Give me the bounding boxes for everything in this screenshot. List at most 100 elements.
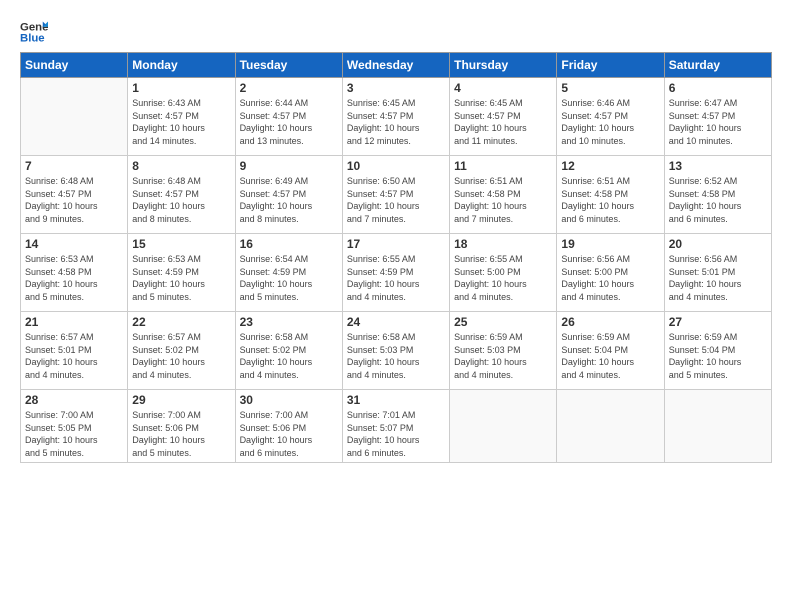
day-info: Sunrise: 6:55 AM Sunset: 5:00 PM Dayligh… (454, 253, 552, 303)
day-cell: 24 Sunrise: 6:58 AM Sunset: 5:03 PM Dayli… (342, 312, 449, 390)
day-number: 14 (25, 237, 123, 251)
day-cell: 1Sunrise: 6:43 AM Sunset: 4:57 PM Daylig… (128, 78, 235, 156)
day-number: 8 (132, 159, 230, 173)
day-cell: 17 Sunrise: 6:55 AM Sunset: 4:59 PM Dayli… (342, 234, 449, 312)
day-info: Sunrise: 6:58 AM Sunset: 5:03 PM Dayligh… (347, 331, 445, 381)
day-number: 3 (347, 81, 445, 95)
week-row-3: 14 Sunrise: 6:53 AM Sunset: 4:58 PM Dayli… (21, 234, 772, 312)
day-cell (21, 78, 128, 156)
day-info: Sunrise: 6:50 AM Sunset: 4:57 PM Dayligh… (347, 175, 445, 225)
day-number: 20 (669, 237, 767, 251)
calendar-header-row: SundayMondayTuesdayWednesdayThursdayFrid… (21, 53, 772, 78)
day-number: 9 (240, 159, 338, 173)
day-number: 1 (132, 81, 230, 95)
day-info: Sunrise: 6:56 AM Sunset: 5:01 PM Dayligh… (669, 253, 767, 303)
day-cell: 19 Sunrise: 6:56 AM Sunset: 5:00 PM Dayli… (557, 234, 664, 312)
day-number: 17 (347, 237, 445, 251)
week-row-2: 7 Sunrise: 6:48 AM Sunset: 4:57 PM Daylig… (21, 156, 772, 234)
day-number: 10 (347, 159, 445, 173)
day-info: Sunrise: 6:46 AM Sunset: 4:57 PM Dayligh… (561, 97, 659, 147)
day-info: Sunrise: 6:45 AM Sunset: 4:57 PM Dayligh… (347, 97, 445, 147)
day-cell (557, 390, 664, 463)
day-info: Sunrise: 6:58 AM Sunset: 5:02 PM Dayligh… (240, 331, 338, 381)
day-info: Sunrise: 6:51 AM Sunset: 4:58 PM Dayligh… (561, 175, 659, 225)
page: General Blue SundayMondayTuesdayWednesda… (0, 0, 792, 612)
calendar-body: 1Sunrise: 6:43 AM Sunset: 4:57 PM Daylig… (21, 78, 772, 463)
day-number: 23 (240, 315, 338, 329)
day-cell (450, 390, 557, 463)
day-info: Sunrise: 6:59 AM Sunset: 5:04 PM Dayligh… (669, 331, 767, 381)
day-cell: 13Sunrise: 6:52 AM Sunset: 4:58 PM Dayli… (664, 156, 771, 234)
col-header-sunday: Sunday (21, 53, 128, 78)
day-cell: 31 Sunrise: 7:01 AM Sunset: 5:07 PM Dayli… (342, 390, 449, 463)
day-info: Sunrise: 7:00 AM Sunset: 5:06 PM Dayligh… (240, 409, 338, 459)
col-header-thursday: Thursday (450, 53, 557, 78)
day-info: Sunrise: 6:53 AM Sunset: 4:59 PM Dayligh… (132, 253, 230, 303)
day-cell: 5 Sunrise: 6:46 AM Sunset: 4:57 PM Daylig… (557, 78, 664, 156)
day-cell: 25 Sunrise: 6:59 AM Sunset: 5:03 PM Dayli… (450, 312, 557, 390)
day-cell (664, 390, 771, 463)
day-number: 30 (240, 393, 338, 407)
day-info: Sunrise: 6:48 AM Sunset: 4:57 PM Dayligh… (25, 175, 123, 225)
day-number: 27 (669, 315, 767, 329)
day-cell: 3 Sunrise: 6:45 AM Sunset: 4:57 PM Daylig… (342, 78, 449, 156)
day-number: 11 (454, 159, 552, 173)
day-cell: 12Sunrise: 6:51 AM Sunset: 4:58 PM Dayli… (557, 156, 664, 234)
day-number: 13 (669, 159, 767, 173)
day-number: 26 (561, 315, 659, 329)
day-number: 21 (25, 315, 123, 329)
day-cell: 15 Sunrise: 6:53 AM Sunset: 4:59 PM Dayli… (128, 234, 235, 312)
day-cell: 2 Sunrise: 6:44 AM Sunset: 4:57 PM Daylig… (235, 78, 342, 156)
week-row-1: 1Sunrise: 6:43 AM Sunset: 4:57 PM Daylig… (21, 78, 772, 156)
day-cell: 8 Sunrise: 6:48 AM Sunset: 4:57 PM Daylig… (128, 156, 235, 234)
day-info: Sunrise: 6:48 AM Sunset: 4:57 PM Dayligh… (132, 175, 230, 225)
day-number: 4 (454, 81, 552, 95)
day-info: Sunrise: 6:51 AM Sunset: 4:58 PM Dayligh… (454, 175, 552, 225)
day-number: 22 (132, 315, 230, 329)
week-row-5: 28 Sunrise: 7:00 AM Sunset: 5:05 PM Dayli… (21, 390, 772, 463)
day-number: 28 (25, 393, 123, 407)
day-info: Sunrise: 6:53 AM Sunset: 4:58 PM Dayligh… (25, 253, 123, 303)
day-info: Sunrise: 6:55 AM Sunset: 4:59 PM Dayligh… (347, 253, 445, 303)
col-header-saturday: Saturday (664, 53, 771, 78)
day-info: Sunrise: 6:44 AM Sunset: 4:57 PM Dayligh… (240, 97, 338, 147)
day-number: 5 (561, 81, 659, 95)
day-cell: 9Sunrise: 6:49 AM Sunset: 4:57 PM Daylig… (235, 156, 342, 234)
day-info: Sunrise: 6:56 AM Sunset: 5:00 PM Dayligh… (561, 253, 659, 303)
day-number: 7 (25, 159, 123, 173)
day-cell: 26Sunrise: 6:59 AM Sunset: 5:04 PM Dayli… (557, 312, 664, 390)
day-number: 2 (240, 81, 338, 95)
day-info: Sunrise: 7:00 AM Sunset: 5:05 PM Dayligh… (25, 409, 123, 459)
day-cell: 21 Sunrise: 6:57 AM Sunset: 5:01 PM Dayli… (21, 312, 128, 390)
day-cell: 4 Sunrise: 6:45 AM Sunset: 4:57 PM Daylig… (450, 78, 557, 156)
col-header-wednesday: Wednesday (342, 53, 449, 78)
day-cell: 6 Sunrise: 6:47 AM Sunset: 4:57 PM Daylig… (664, 78, 771, 156)
day-number: 24 (347, 315, 445, 329)
day-number: 25 (454, 315, 552, 329)
day-info: Sunrise: 7:01 AM Sunset: 5:07 PM Dayligh… (347, 409, 445, 459)
header: General Blue (20, 18, 772, 46)
calendar-table: SundayMondayTuesdayWednesdayThursdayFrid… (20, 52, 772, 463)
day-info: Sunrise: 6:47 AM Sunset: 4:57 PM Dayligh… (669, 97, 767, 147)
day-number: 29 (132, 393, 230, 407)
day-info: Sunrise: 6:45 AM Sunset: 4:57 PM Dayligh… (454, 97, 552, 147)
day-cell: 14 Sunrise: 6:53 AM Sunset: 4:58 PM Dayli… (21, 234, 128, 312)
day-info: Sunrise: 6:54 AM Sunset: 4:59 PM Dayligh… (240, 253, 338, 303)
day-number: 6 (669, 81, 767, 95)
day-info: Sunrise: 6:57 AM Sunset: 5:01 PM Dayligh… (25, 331, 123, 381)
day-cell: 7 Sunrise: 6:48 AM Sunset: 4:57 PM Daylig… (21, 156, 128, 234)
day-number: 19 (561, 237, 659, 251)
day-number: 15 (132, 237, 230, 251)
day-cell: 20 Sunrise: 6:56 AM Sunset: 5:01 PM Dayli… (664, 234, 771, 312)
day-info: Sunrise: 6:57 AM Sunset: 5:02 PM Dayligh… (132, 331, 230, 381)
day-cell: 30 Sunrise: 7:00 AM Sunset: 5:06 PM Dayli… (235, 390, 342, 463)
day-info: Sunrise: 6:59 AM Sunset: 5:03 PM Dayligh… (454, 331, 552, 381)
day-number: 18 (454, 237, 552, 251)
week-row-4: 21 Sunrise: 6:57 AM Sunset: 5:01 PM Dayli… (21, 312, 772, 390)
day-number: 31 (347, 393, 445, 407)
day-cell: 28 Sunrise: 7:00 AM Sunset: 5:05 PM Dayli… (21, 390, 128, 463)
day-cell: 27 Sunrise: 6:59 AM Sunset: 5:04 PM Dayli… (664, 312, 771, 390)
day-cell: 16Sunrise: 6:54 AM Sunset: 4:59 PM Dayli… (235, 234, 342, 312)
day-cell: 11 Sunrise: 6:51 AM Sunset: 4:58 PM Dayli… (450, 156, 557, 234)
col-header-friday: Friday (557, 53, 664, 78)
